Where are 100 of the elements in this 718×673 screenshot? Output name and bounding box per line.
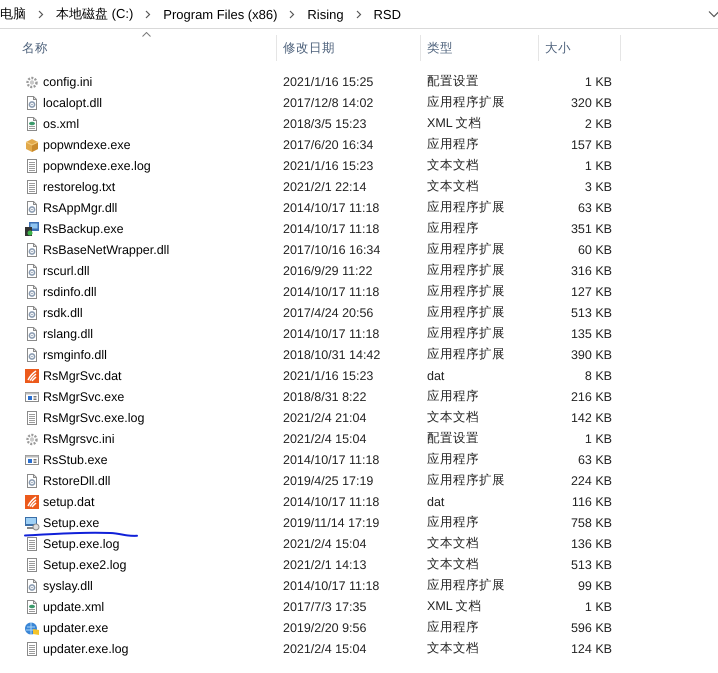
- file-name[interactable]: localopt.dll: [43, 96, 102, 110]
- column-header[interactable]: 名称: [0, 35, 277, 61]
- column-header[interactable]: 类型: [421, 35, 539, 61]
- column-header[interactable]: 修改日期: [277, 35, 421, 61]
- chevron-icon: [289, 10, 296, 18]
- size-cell-text: 3 KB: [584, 180, 613, 194]
- file-name[interactable]: RsMgrsvc.ini: [43, 432, 115, 446]
- gear-file-icon: [24, 472, 40, 488]
- file-name[interactable]: rslang.dll: [43, 326, 94, 340]
- date-cell-text: 2018/8/31 8:22: [282, 390, 368, 404]
- markup-file-icon: [24, 116, 40, 132]
- date-cell-text: 2021/1/16 15:25: [282, 74, 374, 88]
- type-cell-text: 应用程序扩展: [426, 199, 506, 216]
- type-cell-text: XML 文档: [426, 115, 483, 132]
- file-name[interactable]: RsMgrSvc.dat: [43, 368, 122, 382]
- gear-file-icon: [24, 304, 40, 320]
- dropdown-chevron-icon[interactable]: [708, 10, 718, 18]
- date-cell-text: 2021/2/1 14:13: [282, 558, 368, 572]
- file-name[interactable]: rscurl.dll: [43, 264, 90, 278]
- date-cell-text: 2014/10/17 11:18: [282, 200, 380, 214]
- date-cell-text: 2021/2/4 15:04: [282, 642, 368, 656]
- size-cell-text: 8 KB: [584, 368, 613, 382]
- size-cell-text: 99 KB: [576, 578, 613, 592]
- size-cell-text: 63 KB: [576, 452, 613, 466]
- type-cell-text: 应用程序扩展: [426, 577, 506, 594]
- breadcrumb-item[interactable]: 电脑: [0, 5, 26, 23]
- file-name[interactable]: update.xml: [43, 600, 104, 614]
- size-cell-text: 63 KB: [576, 200, 613, 214]
- globe-icon: [24, 620, 40, 636]
- size-cell-text: 513 KB: [570, 558, 613, 572]
- date-cell-text: 2017/10/16 16:34: [282, 242, 382, 256]
- file-name[interactable]: RstoreDll.dll: [43, 474, 110, 488]
- gear-file-icon: [24, 578, 40, 594]
- date-cell-text: 2019/4/25 17:19: [282, 474, 374, 488]
- size-cell-text: 60 KB: [576, 242, 613, 256]
- size-cell-text: 127 KB: [570, 284, 613, 298]
- file-name[interactable]: rsdk.dll: [43, 306, 83, 320]
- size-cell-text: 390 KB: [570, 348, 613, 362]
- gear-file-icon: [24, 346, 40, 362]
- file-name[interactable]: updater.exe.log: [43, 642, 128, 656]
- type-cell-text: 应用程序扩展: [426, 241, 506, 258]
- size-cell-text: 157 KB: [570, 138, 613, 152]
- type-cell-text: 应用程序: [426, 388, 480, 405]
- date-cell-text: 2018/10/31 14:42: [282, 348, 382, 362]
- type-cell-text: 应用程序: [426, 619, 480, 636]
- text-file-icon: [24, 178, 40, 194]
- file-name[interactable]: os.xml: [43, 116, 80, 130]
- file-name[interactable]: RsMgrSvc.exe.log: [43, 410, 144, 424]
- file-name[interactable]: RsMgrSvc.exe: [43, 390, 124, 404]
- type-cell-text: 应用程序扩展: [426, 283, 506, 300]
- file-name[interactable]: RsBackup.exe: [43, 222, 124, 236]
- file-name[interactable]: RsStub.exe: [43, 452, 108, 466]
- breadcrumb-item[interactable]: 本地磁盘 (C:): [56, 5, 134, 23]
- file-name[interactable]: Setup.exe2.log: [43, 558, 126, 572]
- file-name[interactable]: updater.exe: [43, 620, 108, 634]
- type-cell-text: 应用程序扩展: [426, 94, 506, 111]
- size-cell-text: 596 KB: [570, 620, 613, 634]
- file-name[interactable]: rsdinfo.dll: [43, 284, 96, 298]
- size-cell-text: 320 KB: [570, 96, 613, 110]
- date-cell-text: 2014/10/17 11:18: [282, 222, 380, 236]
- size-cell-text: 136 KB: [570, 536, 613, 550]
- file-name[interactable]: setup.dat: [43, 494, 94, 508]
- date-cell-text: 2021/2/4 15:04: [282, 536, 368, 550]
- size-cell-text: 142 KB: [570, 410, 613, 424]
- size-cell-text: 1 KB: [584, 432, 613, 446]
- column-header[interactable]: 大小: [539, 35, 621, 61]
- file-name[interactable]: restorelog.txt: [43, 180, 116, 194]
- type-cell-text: 应用程序扩展: [426, 472, 506, 489]
- file-name[interactable]: popwndexe.exe: [43, 138, 131, 152]
- date-cell-text: 2014/10/17 11:18: [282, 326, 380, 340]
- type-cell-text: 配置设置: [426, 430, 480, 447]
- installer-icon: [24, 220, 40, 236]
- file-name[interactable]: config.ini: [43, 74, 92, 88]
- gear-file-icon: [24, 284, 40, 300]
- type-cell-text: 应用程序扩展: [426, 304, 506, 321]
- file-name[interactable]: syslay.dll: [43, 578, 93, 592]
- file-name[interactable]: RsAppMgr.dll: [43, 200, 118, 214]
- date-cell-text: 2017/7/3 17:35: [282, 600, 368, 614]
- size-cell-text: 224 KB: [570, 474, 613, 488]
- gear-file-icon: [24, 94, 40, 110]
- type-cell-text: 文本文档: [426, 640, 480, 657]
- date-cell-text: 2019/11/14 17:19: [282, 516, 380, 530]
- date-cell-text: 2021/2/1 22:14: [282, 180, 368, 194]
- markup-file-icon: [24, 598, 40, 614]
- date-cell-text: 2021/2/4 21:04: [282, 410, 368, 424]
- size-cell-text: 1 KB: [584, 158, 613, 172]
- size-cell-text: 1 KB: [584, 600, 613, 614]
- breadcrumb-item[interactable]: Program Files (x86): [163, 6, 278, 22]
- file-name[interactable]: RsBaseNetWrapper.dll: [43, 242, 170, 256]
- date-cell-text: 2021/1/16 15:23: [282, 368, 374, 382]
- date-cell-text: 2014/10/17 11:18: [282, 578, 380, 592]
- date-cell-text: 2018/3/5 15:23: [282, 116, 368, 130]
- file-name[interactable]: popwndexe.exe.log: [43, 158, 151, 172]
- file-name[interactable]: Setup.exe: [43, 516, 100, 530]
- file-name[interactable]: Setup.exe.log: [43, 536, 120, 550]
- date-cell-text: 2014/10/17 11:18: [282, 494, 380, 508]
- date-cell-text: 2017/4/24 20:56: [282, 306, 374, 320]
- file-name[interactable]: rsmginfo.dll: [43, 348, 107, 362]
- breadcrumb-item[interactable]: Rising: [307, 6, 344, 22]
- breadcrumb-item[interactable]: RSD: [374, 6, 401, 22]
